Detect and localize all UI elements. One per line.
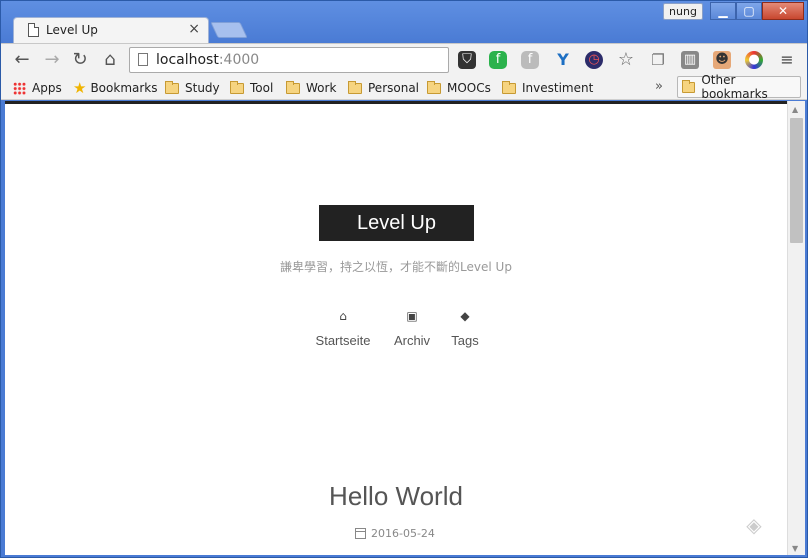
folder-icon xyxy=(682,79,696,93)
tags-icon: ◆ xyxy=(460,309,470,323)
tab-title: Level Up xyxy=(46,23,98,37)
bookmark-folder-moocs[interactable]: MOOCs xyxy=(427,79,491,97)
maximize-button[interactable]: ▢ xyxy=(736,2,762,20)
tab-close-icon[interactable]: × xyxy=(188,21,200,37)
bookmark-star-icon[interactable]: ☆ xyxy=(617,51,635,69)
back-button[interactable]: ← xyxy=(11,49,33,71)
forward-button[interactable]: → xyxy=(41,49,63,71)
folder-icon xyxy=(230,80,244,94)
nav-label: Startseite xyxy=(315,333,371,348)
face-extension-icon[interactable]: ☻ xyxy=(713,51,731,69)
bookmark-label: Work xyxy=(306,81,337,95)
bookmark-label: Tool xyxy=(250,81,274,95)
bookmark-folder-personal[interactable]: Personal xyxy=(348,79,419,97)
pocket-icon[interactable]: ⛉ xyxy=(458,51,476,69)
home-icon: ⌂ xyxy=(339,309,347,323)
bookmark-label: Investiment xyxy=(522,81,594,95)
address-bar[interactable]: localhost:4000 xyxy=(129,47,449,73)
bookmark-apps[interactable]: Apps xyxy=(13,79,62,97)
site-title[interactable]: Level Up xyxy=(319,205,474,241)
page-icon xyxy=(28,23,39,37)
y-extension-icon[interactable]: Y xyxy=(554,51,572,69)
star-icon: ★ xyxy=(73,79,87,97)
feedly-mini-icon[interactable]: f xyxy=(521,51,539,69)
copy-icon[interactable]: ❐ xyxy=(649,51,667,69)
bookmark-bookmarks[interactable]: ★ Bookmarks xyxy=(73,79,158,97)
post-title[interactable]: Hello World xyxy=(5,481,787,512)
page-icon xyxy=(138,53,148,66)
bookmark-label: MOOCs xyxy=(447,81,491,95)
tab-level-up[interactable]: Level Up × xyxy=(13,17,209,43)
apps-grid-icon xyxy=(13,81,26,95)
color-picker-icon[interactable]: ● xyxy=(745,51,763,69)
bookmark-label: Personal xyxy=(368,81,420,95)
other-bookmarks-button[interactable]: Other bookmarks xyxy=(677,73,801,101)
bookmark-folder-work[interactable]: Work xyxy=(286,79,336,97)
profile-button[interactable]: nung xyxy=(663,3,703,20)
title-bar: Level Up × nung ▁ ▢ ✕ xyxy=(1,1,807,43)
page-content: Level Up 謙卑學習，持之以恆，才能不斷的Level Up ⌂ Start… xyxy=(5,101,787,555)
url-text[interactable]: localhost:4000 xyxy=(156,52,259,68)
calendar-icon xyxy=(355,528,366,539)
menu-icon[interactable]: ≡ xyxy=(777,50,797,70)
bookmarks-overflow-icon[interactable]: » xyxy=(655,79,663,94)
bookmark-label: Bookmarks xyxy=(90,81,158,95)
site-tagline: 謙卑學習，持之以恆，才能不斷的Level Up xyxy=(280,260,512,274)
nav-link-tags[interactable]: ◆ Tags xyxy=(430,309,500,348)
bookmark-label: Apps xyxy=(32,81,62,95)
folder-icon xyxy=(427,80,441,94)
reload-button[interactable]: ↻ xyxy=(69,49,91,71)
scroll-thumb[interactable] xyxy=(790,118,803,243)
folder-icon xyxy=(286,80,300,94)
home-button[interactable]: ⌂ xyxy=(99,49,121,71)
speed-dial-icon[interactable]: ◷ xyxy=(585,51,603,69)
feedly-float-icon[interactable]: ◈ xyxy=(741,512,767,538)
trello-icon[interactable]: ▥ xyxy=(681,51,699,69)
bookmark-label: Other bookmarks xyxy=(701,73,768,101)
vertical-scrollbar[interactable]: ▲ ▼ xyxy=(787,101,805,555)
folder-icon xyxy=(165,80,179,94)
scroll-down-icon[interactable]: ▼ xyxy=(792,544,798,553)
feedly-icon[interactable]: f xyxy=(489,51,507,69)
nav-label: Tags xyxy=(451,333,479,348)
bookmark-folder-investiment[interactable]: Investiment xyxy=(502,79,593,97)
close-window-button[interactable]: ✕ xyxy=(762,2,804,20)
scroll-up-icon[interactable]: ▲ xyxy=(792,105,798,114)
browser-window: Level Up × nung ▁ ▢ ✕ ← → ↻ ⌂ localhost:… xyxy=(0,0,808,558)
new-tab-button[interactable] xyxy=(210,22,248,38)
minimize-button[interactable]: ▁ xyxy=(710,2,736,20)
browser-toolbar: ← → ↻ ⌂ localhost:4000 ⛉ f f Y ◷ ☆ ❐ ▥ ☻… xyxy=(1,43,807,75)
post-date-text: 2016-05-24 xyxy=(371,527,435,540)
post-date: 2016-05-24 xyxy=(355,527,435,540)
bookmark-folder-study[interactable]: Study xyxy=(165,79,220,97)
nav-link-startseite[interactable]: ⌂ Startseite xyxy=(308,309,378,348)
bookmark-folder-tool[interactable]: Tool xyxy=(230,79,273,97)
bookmarks-bar: Apps ★ Bookmarks Study Tool Work Persona… xyxy=(1,73,807,101)
bookmark-label: Study xyxy=(185,81,220,95)
folder-icon xyxy=(502,80,516,94)
folder-icon xyxy=(348,80,362,94)
